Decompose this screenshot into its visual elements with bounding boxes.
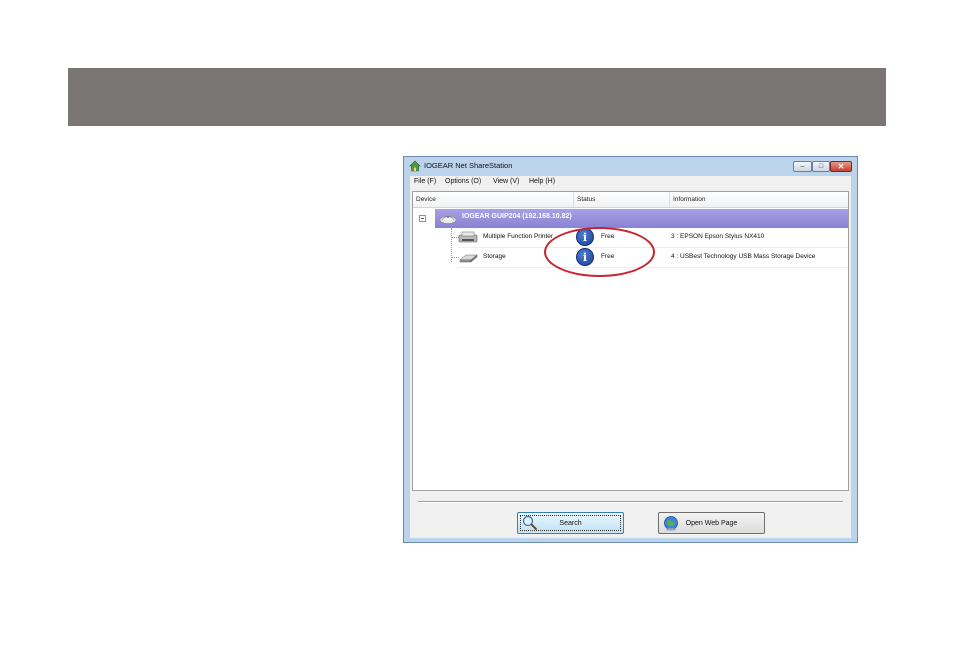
maximize-icon: □ (818, 163, 824, 170)
search-button[interactable]: Search (517, 512, 624, 534)
close-button[interactable]: ✕ (830, 161, 852, 172)
list-header: Device Status Information (413, 192, 848, 208)
menu-options[interactable]: Options (O) (445, 178, 481, 185)
device-name: Storage (483, 253, 506, 260)
group-row-iogear[interactable]: IOGEAR GUIP204 (192.168.10.82) (435, 209, 848, 228)
collapse-toggle[interactable] (419, 215, 426, 222)
menu-view[interactable]: View (V) (493, 178, 519, 185)
column-information[interactable]: Information (670, 192, 848, 207)
device-info: 4 : USBest Technology USB Mass Storage D… (671, 253, 816, 260)
column-status[interactable]: Status (574, 192, 670, 207)
window-title: IOGEAR Net ShareStation (424, 161, 513, 170)
open-web-page-button[interactable]: Open Web Page (658, 512, 765, 534)
separator (418, 501, 843, 503)
device-name: Multiple Function Printer (483, 233, 554, 240)
printer-icon (458, 231, 478, 243)
minimize-button[interactable]: – (793, 161, 812, 172)
title-bar[interactable]: IOGEAR Net ShareStation – □ ✕ (404, 157, 857, 176)
open-web-page-label: Open Web Page (685, 519, 738, 527)
minimize-icon: – (800, 163, 805, 170)
house-icon (409, 160, 421, 172)
maximize-button[interactable]: □ (812, 161, 830, 172)
device-info: 3 : EPSON Epson Stylus NX410 (671, 233, 765, 240)
menu-help[interactable]: Help (H) (529, 178, 555, 185)
router-icon (439, 216, 457, 224)
app-window: IOGEAR Net ShareStation – □ ✕ File (F) O… (403, 156, 858, 543)
storage-icon (459, 254, 478, 263)
column-device[interactable]: Device (413, 192, 574, 207)
group-label: IOGEAR GUIP204 (192.168.10.82) (462, 213, 572, 220)
menu-file[interactable]: File (F) (414, 178, 436, 185)
page-header-bar (68, 68, 886, 126)
search-button-label: Search (559, 519, 582, 527)
menu-bar: File (F) Options (O) View (V) Help (H) (410, 176, 851, 189)
highlight-ellipse (544, 227, 655, 277)
minus-icon (421, 218, 424, 219)
close-icon: ✕ (837, 161, 845, 171)
